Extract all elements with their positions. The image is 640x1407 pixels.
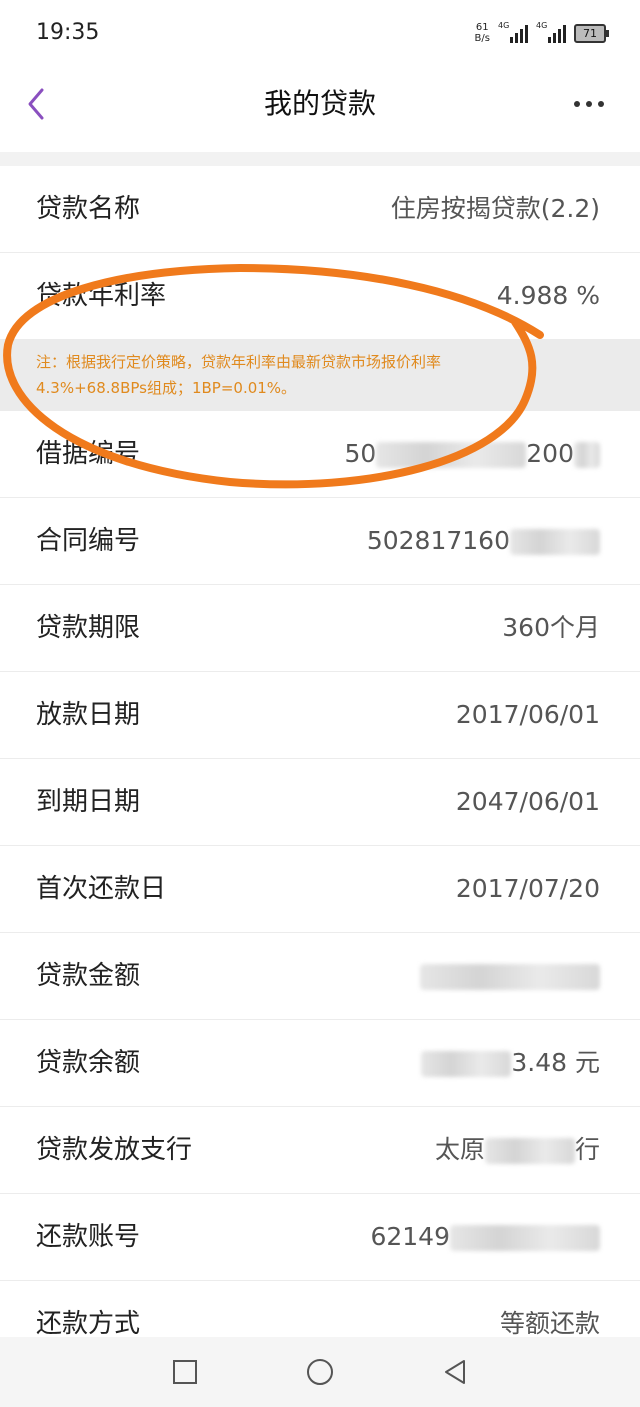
row-loan-balance: 贷款余额 3.48 元	[0, 1020, 640, 1107]
loan-details: 贷款名称 住房按揭贷款(2.2) 贷款年利率 4.988 % 注：根据我行定价策…	[0, 166, 640, 1367]
issuing-branch-label: 贷款发放支行	[36, 1135, 193, 1165]
receipt-number-label: 借据编号	[36, 439, 141, 469]
signal-icon: 4G	[498, 21, 528, 43]
more-button[interactable]	[574, 92, 610, 116]
contract-number-value: 502817160	[367, 498, 600, 584]
page-title: 我的贷款	[263, 87, 376, 120]
rate-note-line2: 4.3%+68.8BPs组成；1BP=0.01%。	[36, 379, 297, 397]
row-receipt-number: 借据编号 50 200	[0, 411, 640, 498]
redacted-block	[510, 529, 600, 555]
row-loan-name: 贷款名称 住房按揭贷款(2.2)	[0, 166, 640, 253]
redacted-block	[421, 1051, 512, 1077]
recents-button[interactable]	[170, 1357, 200, 1387]
contract-number-label: 合同编号	[36, 526, 141, 556]
rate-note: 注：根据我行定价策略，贷款年利率由最新贷款市场报价利率 4.3%+68.8BPs…	[0, 339, 640, 411]
network-speed: 61 B/s	[474, 22, 490, 44]
row-issuing-branch: 贷款发放支行 太原行	[0, 1107, 640, 1194]
loan-term-value: 360个月	[502, 613, 600, 642]
row-contract-number: 合同编号 502817160	[0, 498, 640, 585]
issuing-branch-value: 太原行	[434, 1135, 600, 1164]
status-time: 19:35	[36, 20, 100, 45]
row-loan-amount: 贷款金额	[0, 933, 640, 1020]
first-repayment-label: 首次还款日	[36, 874, 167, 904]
interest-rate-label: 贷款年利率	[36, 281, 167, 311]
row-repayment-account: 还款账号 62149	[0, 1194, 640, 1281]
redacted-block	[574, 442, 600, 468]
loan-balance-label: 贷款余额	[36, 1048, 141, 1078]
first-repayment-value: 2017/07/20	[455, 874, 600, 903]
status-icons: 61 B/s 4G 4G 71	[474, 18, 609, 48]
maturity-date-value: 2047/06/01	[455, 787, 600, 816]
more-dot-icon	[574, 101, 580, 107]
row-first-repayment-date: 首次还款日 2017/07/20	[0, 846, 640, 933]
loan-name-label: 贷款名称	[36, 194, 141, 224]
row-interest-rate: 贷款年利率 4.988 %	[0, 253, 640, 339]
circle-icon	[307, 1359, 333, 1385]
loan-amount-label: 贷款金额	[36, 961, 141, 991]
redacted-block	[420, 964, 600, 990]
disbursement-date-label: 放款日期	[36, 700, 141, 730]
redacted-block	[376, 442, 527, 468]
maturity-date-label: 到期日期	[36, 787, 141, 817]
back-nav-button[interactable]	[440, 1357, 470, 1387]
redacted-block	[450, 1225, 600, 1251]
signal-icon-2: 4G	[536, 21, 566, 43]
square-icon	[173, 1360, 197, 1384]
row-loan-term: 贷款期限 360个月	[0, 585, 640, 672]
triangle-back-icon	[445, 1360, 465, 1384]
more-dot-icon	[586, 101, 592, 107]
rate-note-line1: 注：根据我行定价策略，贷款年利率由最新贷款市场报价利率	[36, 353, 442, 371]
interest-rate-value: 4.988 %	[496, 281, 600, 310]
row-disbursement-date: 放款日期 2017/06/01	[0, 672, 640, 759]
nav-header: 我的贷款	[0, 68, 640, 152]
battery-icon: 71	[574, 23, 609, 43]
loan-name-value: 住房按揭贷款(2.2)	[390, 194, 600, 223]
status-bar: 19:35 61 B/s 4G 4G 71	[0, 0, 640, 68]
receipt-number-value: 50 200	[344, 411, 600, 497]
loan-balance-value: 3.48 元	[421, 1020, 600, 1106]
home-button[interactable]	[305, 1357, 335, 1387]
loan-term-label: 贷款期限	[36, 613, 141, 643]
system-nav-bar	[0, 1337, 640, 1407]
redacted-block	[484, 1138, 575, 1164]
disbursement-date-value: 2017/06/01	[455, 700, 600, 729]
more-dot-icon	[598, 101, 604, 107]
repayment-account-value: 62149	[370, 1194, 600, 1280]
loan-amount-value	[420, 933, 600, 1019]
repayment-account-label: 还款账号	[36, 1222, 141, 1252]
row-maturity-date: 到期日期 2047/06/01	[0, 759, 640, 846]
